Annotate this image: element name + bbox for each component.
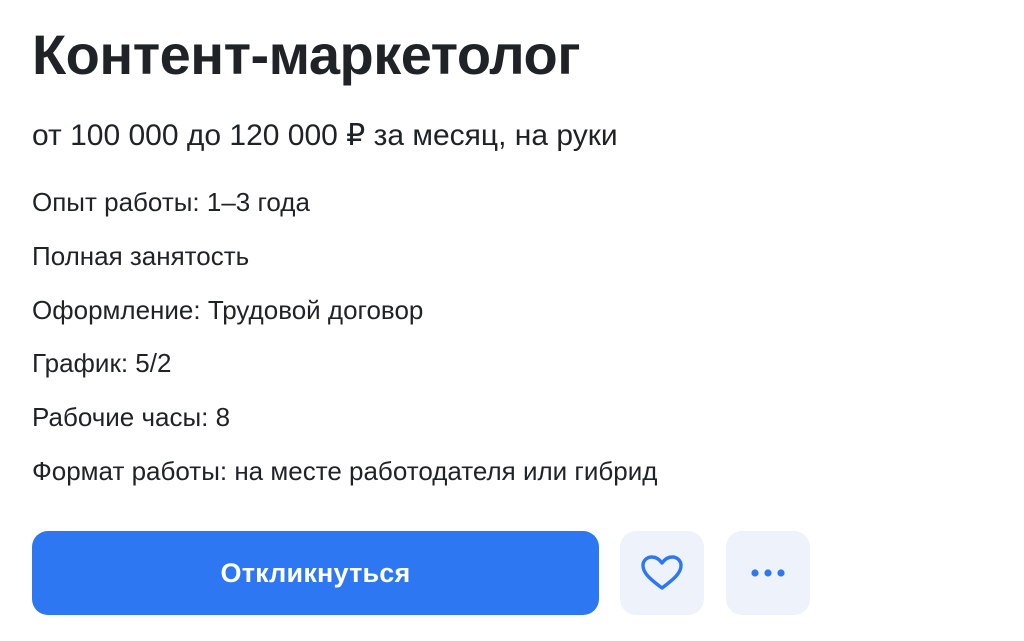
vacancy-details: Опыт работы: 1–3 года Полная занятость О… (32, 176, 657, 499)
detail-work-format: Формат работы: на месте работодателя или… (32, 455, 658, 486)
detail-experience: Опыт работы: 1–3 года (32, 187, 310, 217)
detail-contract: Оформление: Трудовой договор (32, 294, 424, 325)
more-horizontal-icon (750, 568, 786, 578)
respond-button[interactable]: Откликнуться (32, 531, 599, 615)
detail-hours: Рабочие часы: 8 (32, 402, 231, 433)
detail-employment: Полная занятость (32, 240, 250, 271)
detail-schedule: График: 5/2 (32, 348, 172, 379)
action-bar: Откликнуться (32, 531, 810, 615)
heart-icon (640, 553, 684, 593)
page-title: Контент-маркетолог (32, 23, 581, 86)
favorite-button[interactable] (620, 531, 704, 615)
salary: от 100 000 до 120 000 ₽ за месяц, на рук… (32, 119, 618, 152)
more-button[interactable] (726, 531, 810, 615)
